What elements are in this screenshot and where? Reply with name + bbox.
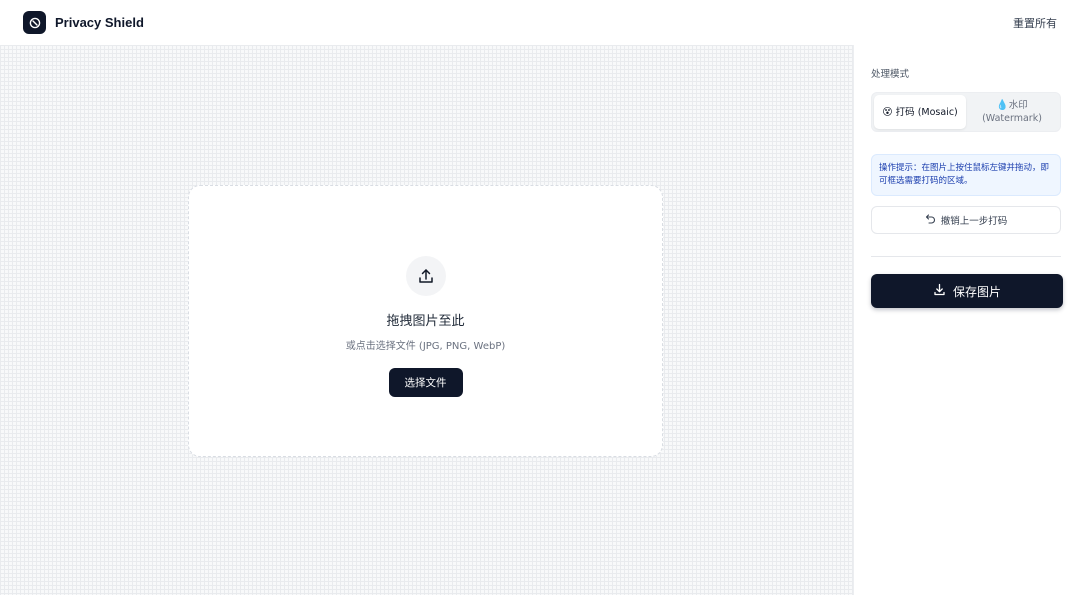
save-image-label: 保存图片 <box>952 284 1001 299</box>
control-sidebar: 处理模式 😵 打码 (Mosaic) 💧水印 (Watermark) 操作提示：… <box>853 45 1079 595</box>
droplet-icon: 💧 <box>996 100 1009 111</box>
shield-logo-icon <box>23 11 46 34</box>
save-image-button[interactable]: 保存图片 <box>871 274 1063 308</box>
mode-watermark-line1: 💧水印 <box>996 99 1027 112</box>
mode-switch: 😵 打码 (Mosaic) 💧水印 (Watermark) <box>871 92 1061 132</box>
app-header: Privacy Shield 重置所有 <box>0 0 1079 45</box>
undo-label: 撤销上一步打码 <box>940 216 1008 227</box>
mode-mosaic-label: 打码 (Mosaic) <box>895 106 958 118</box>
dizzy-face-icon: 😵 <box>882 106 893 118</box>
canvas-area[interactable]: 拖拽图片至此 或点击选择文件 (JPG, PNG, WebP) 选择文件 <box>0 45 853 595</box>
mode-watermark-option[interactable]: 💧水印 (Watermark) <box>966 95 1058 129</box>
undo-icon <box>925 213 936 227</box>
undo-button[interactable]: 撤销上一步打码 <box>871 206 1061 234</box>
mode-watermark-label: 水印 <box>1008 100 1028 111</box>
app-title: Privacy Shield <box>55 15 144 30</box>
sidebar-divider <box>871 256 1061 257</box>
image-dropzone[interactable]: 拖拽图片至此 或点击选择文件 (JPG, PNG, WebP) 选择文件 <box>188 185 663 457</box>
mode-mosaic-option[interactable]: 😵 打码 (Mosaic) <box>874 95 966 129</box>
dropzone-subtitle: 或点击选择文件 (JPG, PNG, WebP) <box>345 341 506 352</box>
select-file-button[interactable]: 选择文件 <box>388 368 463 397</box>
dropzone-title: 拖拽图片至此 <box>386 314 465 329</box>
mode-section-label: 处理模式 <box>871 69 910 80</box>
upload-icon <box>405 256 446 296</box>
mode-watermark-sublabel: (Watermark) <box>982 113 1042 124</box>
download-icon <box>933 283 946 299</box>
reset-all-button[interactable]: 重置所有 <box>1013 15 1057 31</box>
operation-tip: 操作提示：在图片上按住鼠标左键并拖动，即可框选需要打码的区域。 <box>871 154 1061 196</box>
